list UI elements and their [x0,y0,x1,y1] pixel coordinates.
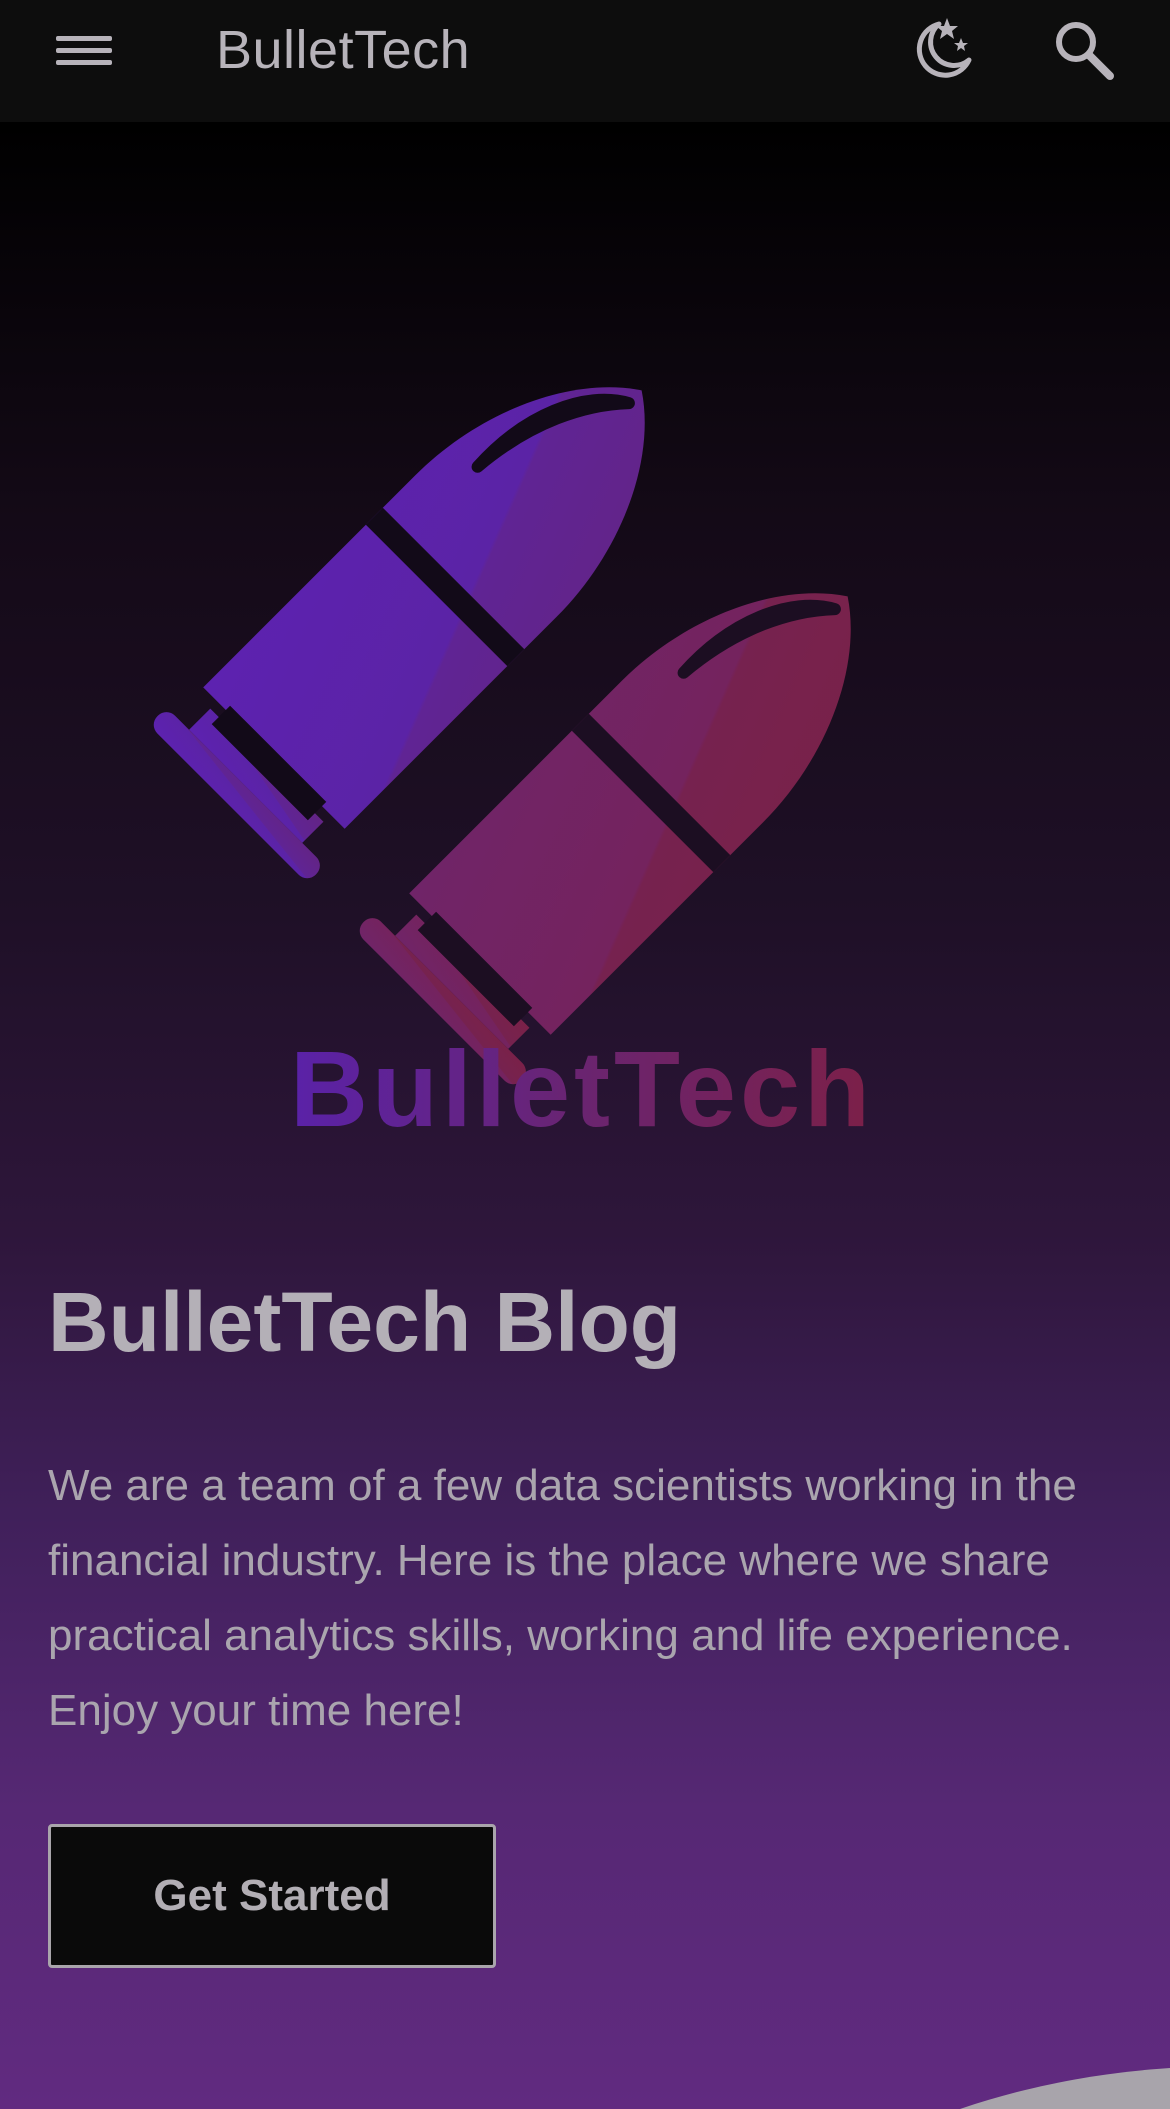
hero-title: BulletTech Blog [48,1275,682,1369]
search-icon [1056,22,1114,80]
hamburger-menu-line [56,48,112,53]
logo-wordmark: BulletTech [290,1028,874,1149]
theme-toggle-button[interactable] [905,14,977,86]
get-started-button[interactable]: Get Started [48,1824,496,1968]
search-button[interactable] [1052,18,1118,84]
site-title[interactable]: BulletTech [216,18,470,82]
hero-description: We are a team of a few data scientists w… [48,1461,1077,1735]
hamburger-menu-line [56,60,112,65]
bullettech-logo: BulletTech [153,387,874,1149]
top-app-bar: BulletTech [0,0,1170,122]
hamburger-menu-icon [56,36,112,41]
moon-stars-icon [916,18,972,78]
hero-section: BulletTech BulletTech Blog We are a team… [0,122,1170,2109]
menu-button[interactable] [56,30,116,90]
